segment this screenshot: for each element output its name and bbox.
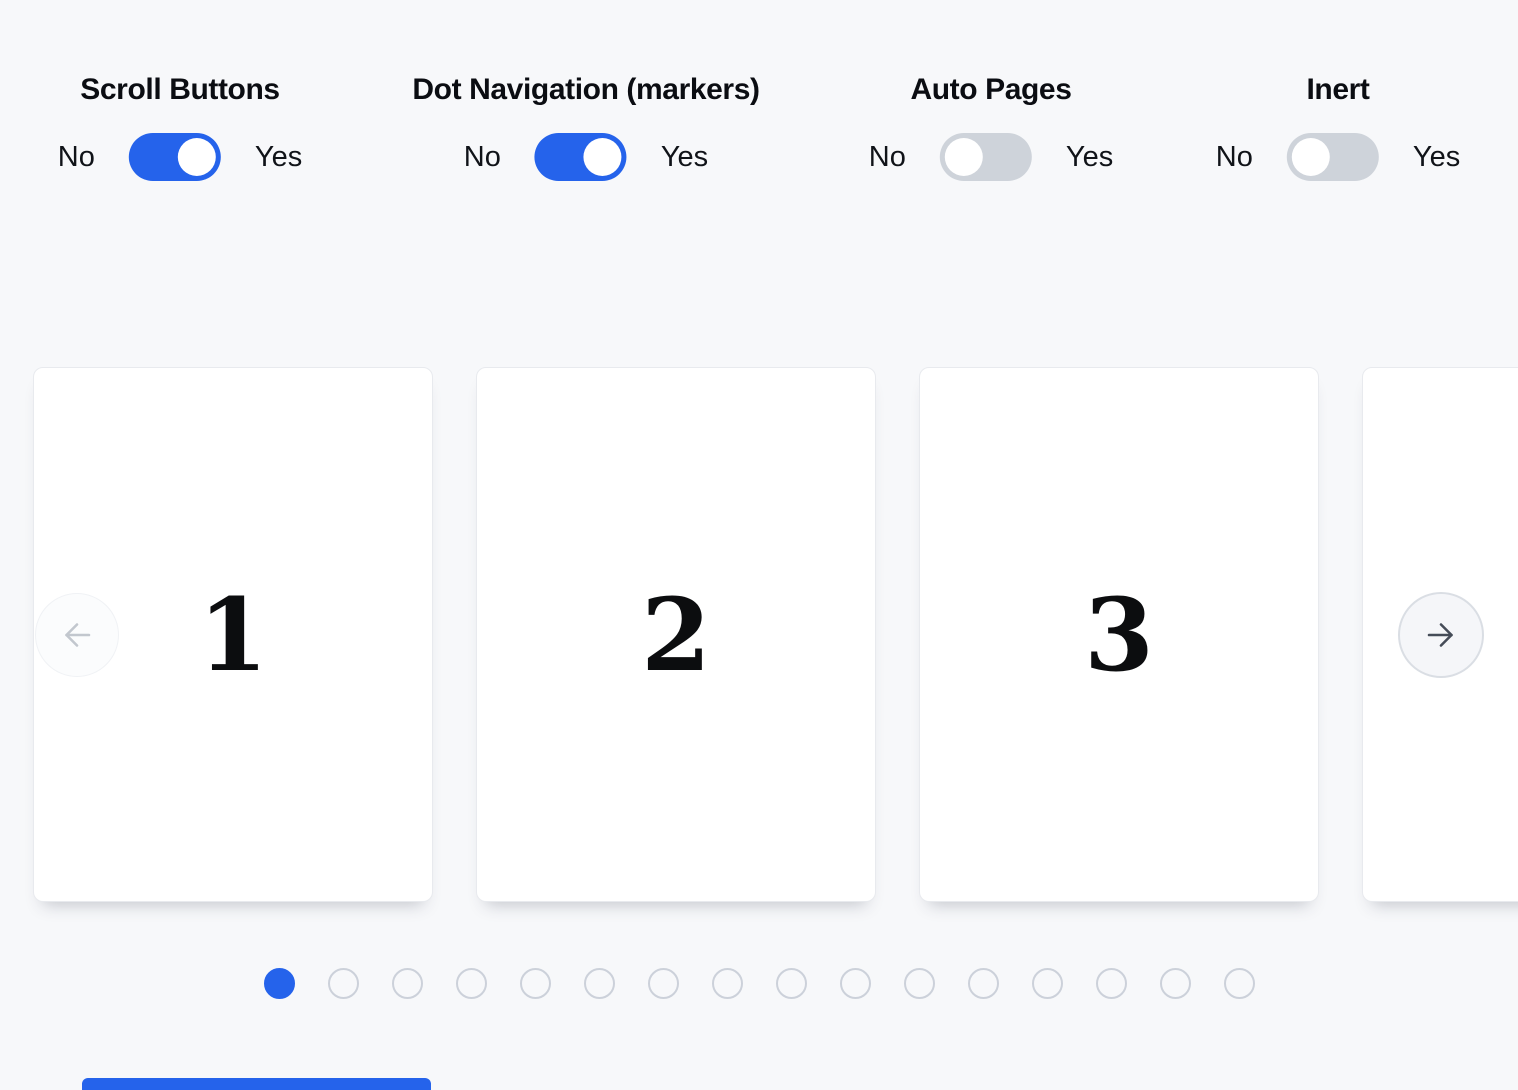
dot-marker[interactable] <box>648 968 679 999</box>
clipped-bottom-element <box>82 1078 431 1090</box>
dot-marker[interactable] <box>1224 968 1255 999</box>
dot-navigation-toggle[interactable] <box>535 133 627 181</box>
carousel-prev-button[interactable] <box>35 593 119 677</box>
yes-label: Yes <box>1413 133 1460 181</box>
control-auto-pages: Auto Pages No Yes <box>869 72 1113 181</box>
arrow-left-icon <box>59 617 95 653</box>
yes-label: Yes <box>1066 133 1113 181</box>
no-label: No <box>1216 133 1253 181</box>
carousel-slide-2: 2 <box>476 367 876 902</box>
dot-marker[interactable] <box>264 968 295 999</box>
inert-toggle[interactable] <box>1287 133 1379 181</box>
yes-label: Yes <box>255 133 302 181</box>
dot-marker[interactable] <box>392 968 423 999</box>
control-inert: Inert No Yes <box>1216 72 1460 181</box>
dot-marker[interactable] <box>840 968 871 999</box>
control-scroll-buttons: Scroll Buttons No Yes <box>58 72 302 181</box>
dot-marker[interactable] <box>456 968 487 999</box>
control-title: Inert <box>1306 72 1369 108</box>
carousel-demo-page: Scroll Buttons No Yes Dot Navigation (ma… <box>0 0 1518 1090</box>
dot-marker[interactable] <box>1096 968 1127 999</box>
carousel-slide-3: 3 <box>919 367 1319 902</box>
dot-marker[interactable] <box>1032 968 1063 999</box>
dot-marker[interactable] <box>776 968 807 999</box>
dot-marker[interactable] <box>1160 968 1191 999</box>
toggle-knob <box>178 138 216 176</box>
slide-number: 1 <box>198 585 268 685</box>
dot-marker[interactable] <box>328 968 359 999</box>
control-row: No Yes <box>869 133 1113 181</box>
no-label: No <box>464 133 501 181</box>
dot-marker[interactable] <box>584 968 615 999</box>
no-label: No <box>869 133 906 181</box>
control-row: No Yes <box>1216 133 1460 181</box>
control-dot-navigation: Dot Navigation (markers) No Yes <box>412 72 759 181</box>
control-title: Dot Navigation (markers) <box>412 72 759 108</box>
dot-marker[interactable] <box>968 968 999 999</box>
slide-number: 2 <box>641 585 711 685</box>
scroll-buttons-toggle[interactable] <box>129 133 221 181</box>
toggle-knob <box>584 138 622 176</box>
no-label: No <box>58 133 95 181</box>
auto-pages-toggle[interactable] <box>940 133 1032 181</box>
arrow-right-icon <box>1423 617 1459 653</box>
toggle-knob <box>945 138 983 176</box>
dot-marker[interactable] <box>904 968 935 999</box>
control-title: Scroll Buttons <box>80 72 279 108</box>
dot-marker[interactable] <box>520 968 551 999</box>
slide-number: 3 <box>1084 585 1154 685</box>
control-row: No Yes <box>464 133 708 181</box>
control-title: Auto Pages <box>910 72 1071 108</box>
toggle-knob <box>1292 138 1330 176</box>
dot-marker[interactable] <box>712 968 743 999</box>
control-row: No Yes <box>58 133 302 181</box>
carousel-next-button[interactable] <box>1398 592 1484 678</box>
dot-navigation <box>264 968 1255 999</box>
yes-label: Yes <box>661 133 708 181</box>
